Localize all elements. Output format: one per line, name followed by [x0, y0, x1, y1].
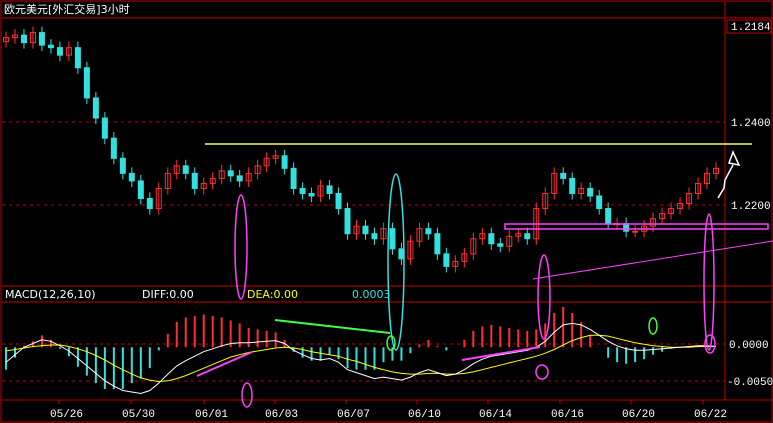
price-tick-label: 1.2400 [731, 118, 771, 130]
date-ticks [58, 400, 704, 404]
date-tick-label: 06/14 [479, 409, 512, 421]
candle-body [497, 243, 504, 247]
date-tick-label: 06/22 [694, 409, 727, 421]
candle-body [56, 47, 63, 56]
candle-body [20, 34, 27, 44]
candle-body [488, 233, 495, 245]
divergence-ellipse [535, 364, 549, 380]
date-tick-label: 06/01 [195, 409, 228, 421]
macd-diff-value: DIFF:0.00 [142, 288, 194, 301]
candle-body [182, 165, 189, 174]
candle-body [434, 233, 441, 255]
macd-dea-value: DEA:0.00 [247, 288, 298, 301]
date-tick-label: 05/26 [50, 409, 83, 421]
candle-body [146, 198, 153, 210]
divergence-ellipse [537, 254, 551, 340]
candlestick-series [3, 26, 719, 273]
outer-frame [0, 0, 773, 423]
candle-body [38, 32, 45, 46]
date-tick-label: 06/03 [265, 409, 298, 421]
candle-body [335, 192, 342, 210]
chart-window: 欧元美元[外汇交易]3小时 1.2184 1.2400 1.2200 MACD(… [0, 0, 773, 423]
chart-title: 欧元美元[外汇交易]3小时 [4, 2, 130, 16]
candle-body [236, 175, 243, 182]
forecast-arrowhead [727, 150, 741, 167]
support-zone-box [504, 223, 769, 230]
candle-body [110, 137, 117, 159]
candle-body [560, 172, 567, 179]
candle-body [425, 228, 432, 235]
price-readout: 1.2184 [731, 22, 771, 34]
macd-tick-label: -0.0050 [727, 377, 773, 389]
candle-body [101, 117, 108, 139]
date-tick-label: 06/16 [551, 409, 584, 421]
divergence-ellipse [648, 317, 658, 335]
candle-body [92, 97, 99, 119]
macd-value: 0.0003 [352, 288, 391, 301]
candle-body [326, 185, 333, 194]
date-tick-label: 05/30 [122, 409, 155, 421]
macd-divergence-line [196, 351, 253, 377]
chart-canvas[interactable]: 欧元美元[外汇交易]3小时 1.2184 1.2400 1.2200 MACD(… [0, 0, 773, 423]
date-tick-label: 06/20 [622, 409, 655, 421]
candle-body [623, 223, 630, 232]
candle-body [83, 67, 90, 99]
candle-body [371, 233, 378, 240]
date-tick-label: 06/07 [337, 409, 370, 421]
candle-body [362, 225, 369, 235]
candle-body [389, 228, 396, 250]
candle-body [443, 253, 450, 267]
candle-body [191, 172, 198, 189]
candle-body [137, 180, 144, 200]
candle-body [587, 187, 594, 197]
candle-body [290, 167, 297, 189]
candle-body [308, 192, 315, 197]
candle-body [569, 177, 576, 194]
candle-body [119, 157, 126, 174]
candle-body [632, 230, 639, 233]
candle-body [128, 172, 135, 182]
rising-trend-line [532, 240, 773, 280]
candle-body [596, 195, 603, 210]
candle-body [227, 170, 234, 177]
diff-line [5, 322, 717, 395]
candle-body [47, 44, 54, 49]
date-tick-label: 06/10 [408, 409, 441, 421]
candle-body [524, 233, 531, 240]
candle-body [344, 208, 351, 235]
date-axis: 05/26 05/30 06/01 06/03 06/07 06/10 06/1… [50, 409, 727, 421]
divergence-ellipse [703, 213, 715, 351]
macd-name: MACD(12,26,10) [5, 288, 96, 301]
price-tick-label: 1.2200 [731, 201, 771, 213]
divergence-ellipse [241, 382, 253, 408]
candle-body [605, 208, 612, 225]
candle-body [299, 187, 306, 194]
divergence-ellipse [386, 335, 396, 351]
candle-body [74, 47, 81, 69]
macd-histogram [5, 306, 709, 390]
candle-body [281, 155, 288, 169]
macd-tick-label: 0.0000 [729, 340, 769, 352]
divergence-ellipse [234, 194, 248, 300]
macd-divergence-line [274, 319, 391, 334]
